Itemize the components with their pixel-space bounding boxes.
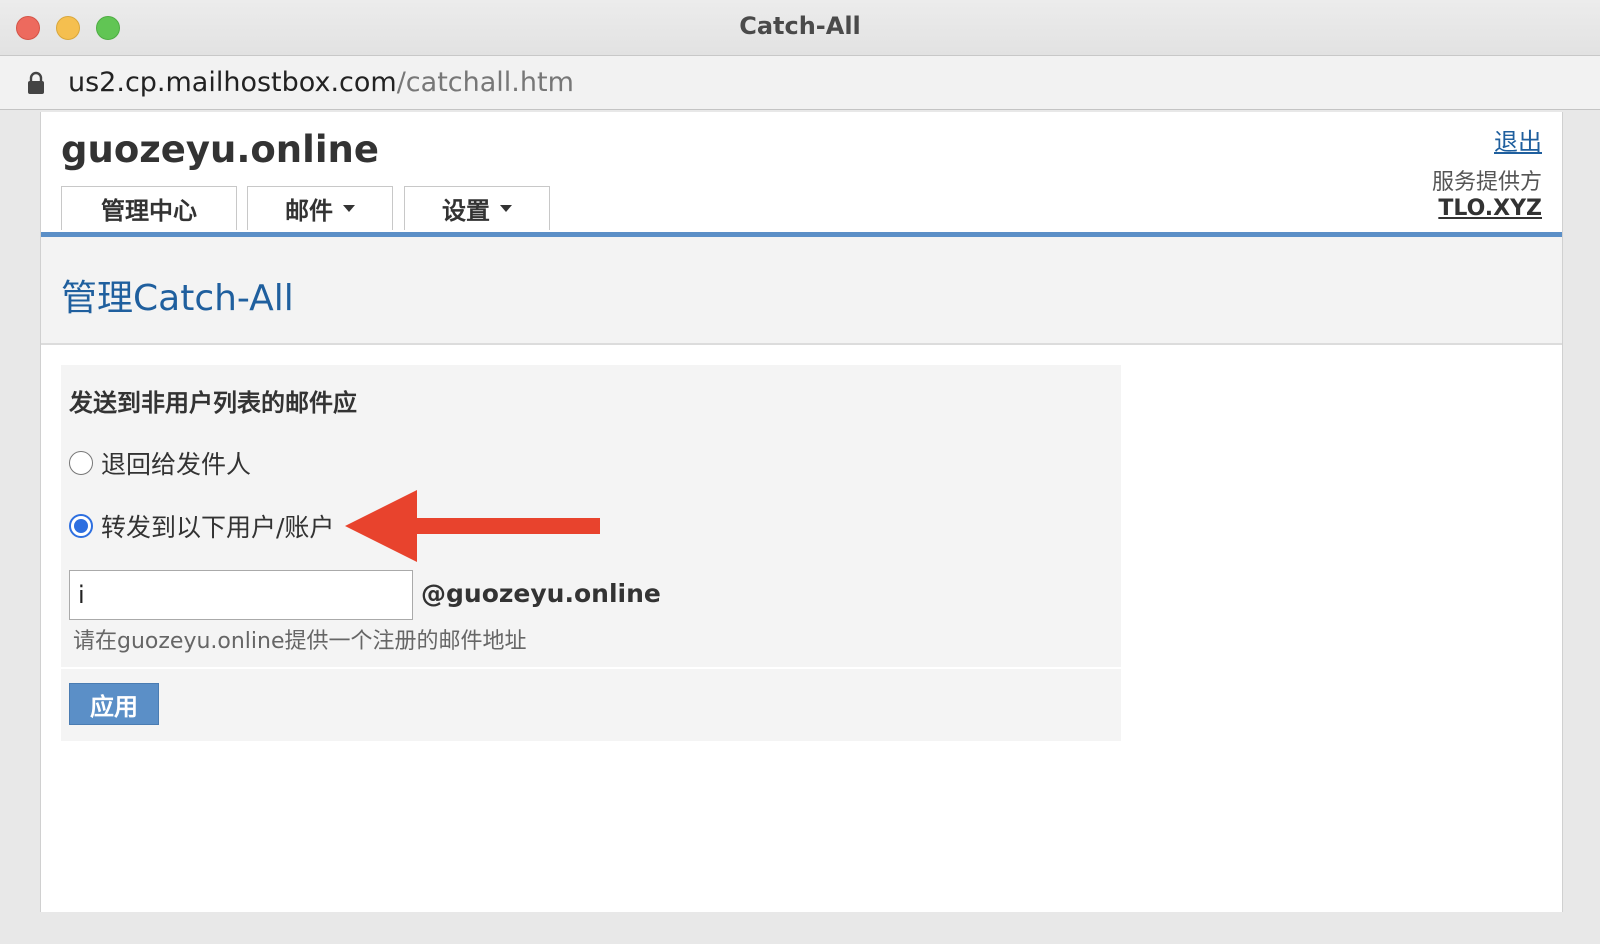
apply-button[interactable]: 应用 [69,683,159,725]
input-hint: 请在guozeyu.online提供一个注册的邮件地址 [73,629,527,654]
domain-title: guozeyu.online [61,128,379,171]
logout-link[interactable]: 退出 [1494,122,1542,157]
address-bar[interactable]: us2.cp.mailhostbox.com/catchall.htm [0,56,1600,110]
form-actions: 应用 [61,669,1121,741]
radio-forward[interactable] [69,514,93,538]
tab-label: 设置 [442,197,490,225]
option-forward-label: 转发到以下用户/账户 [101,513,335,542]
forward-user-input[interactable] [69,570,413,620]
provider-info: 服务提供方 TLO.XYZ [1432,170,1542,222]
page-title: 管理Catch-All [61,278,294,319]
tab-label: 邮件 [285,197,333,225]
url-text[interactable]: us2.cp.mailhostbox.com/catchall.htm [68,67,574,98]
radio-bounce[interactable] [69,451,93,475]
tab-label: 管理中心 [101,197,197,225]
url-path: /catchall.htm [396,67,574,98]
option-forward[interactable]: 转发到以下用户/账户 [69,508,334,544]
url-host: us2.cp.mailhostbox.com [68,67,397,98]
chevron-down-icon [500,205,512,212]
tab-mail[interactable]: 邮件 [247,186,393,230]
window-titlebar: Catch-All [0,0,1600,56]
tab-admin-center[interactable]: 管理中心 [61,186,237,230]
provider-link[interactable]: TLO.XYZ [1432,196,1542,222]
lock-icon [28,71,44,94]
annotation-arrow-icon [345,490,600,562]
page-content: guozeyu.online 退出 服务提供方 TLO.XYZ 管理中心 邮件 … [40,112,1563,912]
tab-settings[interactable]: 设置 [404,186,550,230]
form-question: 发送到非用户列表的邮件应 [69,389,357,417]
option-bounce-label: 退回给发件人 [101,450,252,479]
window-title: Catch-All [739,12,861,40]
provider-label: 服务提供方 [1431,170,1542,195]
domain-suffix: @guozeyu.online [421,579,661,608]
option-bounce[interactable]: 退回给发件人 [69,445,251,481]
chevron-down-icon [343,205,355,212]
section-header: 管理Catch-All [41,237,1562,345]
window-bottom [0,912,1600,944]
